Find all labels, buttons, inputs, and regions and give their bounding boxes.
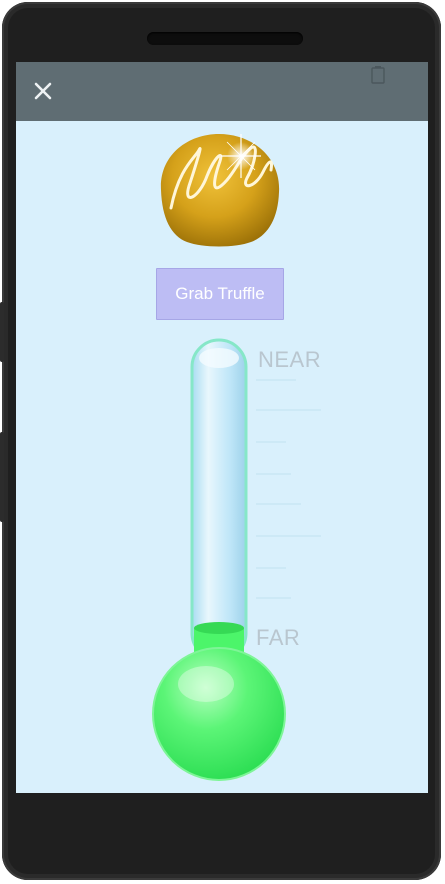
far-label: FAR [256, 625, 301, 650]
truffle-image [160, 134, 280, 247]
near-label: NEAR [258, 347, 322, 372]
app-screen: Grab Truffle NEAR FAR [16, 62, 428, 793]
close-icon[interactable] [30, 78, 56, 104]
proximity-thermometer [152, 338, 321, 781]
phone-speaker [147, 32, 303, 45]
app-bar [16, 62, 428, 121]
volume-button [0, 432, 4, 522]
battery-icon [371, 66, 385, 84]
scale-ticks [256, 379, 321, 599]
power-button [0, 302, 4, 362]
grab-truffle-button[interactable]: Grab Truffle [156, 268, 284, 320]
